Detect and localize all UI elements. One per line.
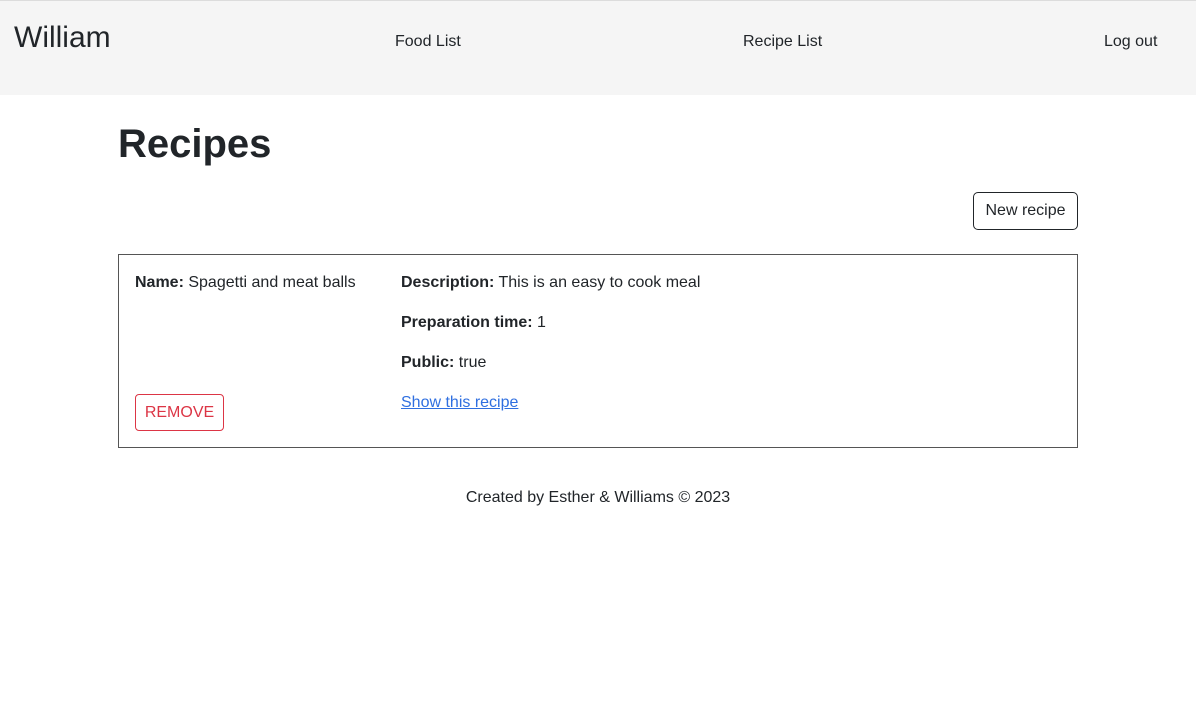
nav-food-list[interactable]: Food List — [395, 32, 461, 52]
footer-credits: Created by Esther & Williams © 2023 — [465, 489, 731, 506]
recipe-description: Description: This is an easy to cook mea… — [401, 273, 700, 293]
recipe-name: Name: Spagetti and meat balls — [135, 273, 356, 293]
recipe-name-value: Spagetti and meat balls — [188, 274, 356, 291]
show-recipe-link[interactable]: Show this recipe — [401, 393, 518, 413]
remove-recipe-button[interactable]: REMOVE — [135, 394, 224, 431]
recipe-prep-time-label: Preparation time: — [401, 314, 533, 331]
recipe-public: Public: true — [401, 353, 486, 373]
recipe-prep-time-value: 1 — [537, 314, 546, 331]
recipe-card: Name: Spagetti and meat balls Descriptio… — [118, 254, 1078, 448]
recipe-public-value: true — [458, 354, 487, 371]
page-title: Recipes — [118, 122, 272, 166]
recipe-public-label: Public: — [401, 354, 455, 371]
brand-link[interactable]: William — [14, 20, 111, 56]
new-recipe-button[interactable]: New recipe — [973, 192, 1078, 230]
nav-recipe-list[interactable]: Recipe List — [743, 32, 822, 52]
recipe-description-value: This is an easy to cook meal — [498, 274, 701, 291]
top-navbar: William Food List Recipe List Log out — [0, 0, 1196, 95]
logout-link[interactable]: Log out — [1104, 32, 1157, 52]
recipe-name-label: Name: — [135, 274, 184, 291]
recipe-description-label: Description: — [401, 274, 495, 291]
recipe-prep-time: Preparation time: 1 — [401, 313, 546, 333]
